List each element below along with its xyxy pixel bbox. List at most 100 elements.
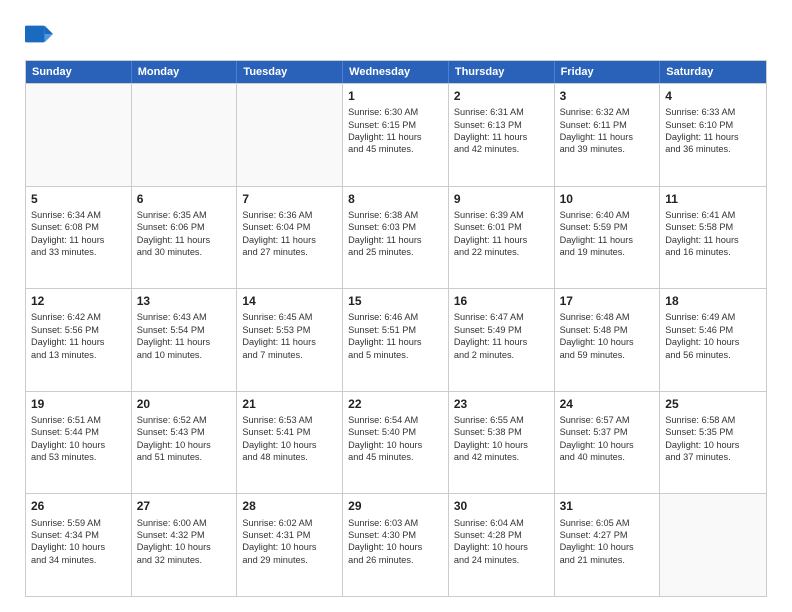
day-number: 18 <box>665 293 761 309</box>
calendar-header: SundayMondayTuesdayWednesdayThursdayFrid… <box>26 61 766 83</box>
day-info: Sunrise: 6:57 AM Sunset: 5:37 PM Dayligh… <box>560 414 655 464</box>
day-number: 4 <box>665 88 761 104</box>
calendar-day-cell[interactable]: 24 Sunrise: 6:57 AM Sunset: 5:37 PM Dayli… <box>555 392 661 494</box>
weekday-header: Friday <box>555 61 661 83</box>
day-number: 6 <box>137 191 232 207</box>
calendar-week-row: 26Sunrise: 5:59 AM Sunset: 4:34 PM Dayli… <box>26 493 766 596</box>
day-info: Sunrise: 6:41 AM Sunset: 5:58 PM Dayligh… <box>665 209 761 259</box>
day-info: Sunrise: 6:31 AM Sunset: 6:13 PM Dayligh… <box>454 106 549 156</box>
calendar-day-cell[interactable]: 18 Sunrise: 6:49 AM Sunset: 5:46 PM Dayli… <box>660 289 766 391</box>
calendar-day-cell[interactable]: 11 Sunrise: 6:41 AM Sunset: 5:58 PM Dayli… <box>660 187 766 289</box>
calendar-page: SundayMondayTuesdayWednesdayThursdayFrid… <box>0 0 792 612</box>
calendar-empty-cell <box>26 84 132 186</box>
calendar-day-cell[interactable]: 20Sunrise: 6:52 AM Sunset: 5:43 PM Dayli… <box>132 392 238 494</box>
calendar-day-cell[interactable]: 12 Sunrise: 6:42 AM Sunset: 5:56 PM Dayli… <box>26 289 132 391</box>
weekday-header: Wednesday <box>343 61 449 83</box>
calendar-day-cell[interactable]: 26Sunrise: 5:59 AM Sunset: 4:34 PM Dayli… <box>26 494 132 596</box>
day-info: Sunrise: 6:02 AM Sunset: 4:31 PM Dayligh… <box>242 517 337 567</box>
calendar-day-cell[interactable]: 7Sunrise: 6:36 AM Sunset: 6:04 PM Daylig… <box>237 187 343 289</box>
calendar-day-cell[interactable]: 10 Sunrise: 6:40 AM Sunset: 5:59 PM Dayli… <box>555 187 661 289</box>
day-number: 10 <box>560 191 655 207</box>
calendar-day-cell[interactable]: 1 Sunrise: 6:30 AM Sunset: 6:15 PM Daylig… <box>343 84 449 186</box>
day-number: 24 <box>560 396 655 412</box>
day-number: 25 <box>665 396 761 412</box>
weekday-header: Saturday <box>660 61 766 83</box>
day-info: Sunrise: 6:48 AM Sunset: 5:48 PM Dayligh… <box>560 311 655 361</box>
day-info: Sunrise: 6:34 AM Sunset: 6:08 PM Dayligh… <box>31 209 126 259</box>
day-info: Sunrise: 6:45 AM Sunset: 5:53 PM Dayligh… <box>242 311 337 361</box>
calendar-day-cell[interactable]: 14 Sunrise: 6:45 AM Sunset: 5:53 PM Dayli… <box>237 289 343 391</box>
calendar-day-cell[interactable]: 15 Sunrise: 6:46 AM Sunset: 5:51 PM Dayli… <box>343 289 449 391</box>
day-number: 16 <box>454 293 549 309</box>
calendar-day-cell[interactable]: 22 Sunrise: 6:54 AM Sunset: 5:40 PM Dayli… <box>343 392 449 494</box>
calendar-day-cell[interactable]: 27 Sunrise: 6:00 AM Sunset: 4:32 PM Dayli… <box>132 494 238 596</box>
day-info: Sunrise: 6:55 AM Sunset: 5:38 PM Dayligh… <box>454 414 549 464</box>
calendar-day-cell[interactable]: 8 Sunrise: 6:38 AM Sunset: 6:03 PM Daylig… <box>343 187 449 289</box>
day-number: 5 <box>31 191 126 207</box>
day-number: 15 <box>348 293 443 309</box>
day-number: 26 <box>31 498 126 514</box>
day-info: Sunrise: 6:49 AM Sunset: 5:46 PM Dayligh… <box>665 311 761 361</box>
day-number: 22 <box>348 396 443 412</box>
day-number: 3 <box>560 88 655 104</box>
calendar-day-cell[interactable]: 9 Sunrise: 6:39 AM Sunset: 6:01 PM Daylig… <box>449 187 555 289</box>
day-info: Sunrise: 6:38 AM Sunset: 6:03 PM Dayligh… <box>348 209 443 259</box>
calendar-day-cell[interactable]: 2 Sunrise: 6:31 AM Sunset: 6:13 PM Daylig… <box>449 84 555 186</box>
weekday-header: Tuesday <box>237 61 343 83</box>
calendar-day-cell[interactable]: 28Sunrise: 6:02 AM Sunset: 4:31 PM Dayli… <box>237 494 343 596</box>
day-number: 21 <box>242 396 337 412</box>
calendar-day-cell[interactable]: 19 Sunrise: 6:51 AM Sunset: 5:44 PM Dayli… <box>26 392 132 494</box>
day-info: Sunrise: 6:47 AM Sunset: 5:49 PM Dayligh… <box>454 311 549 361</box>
day-number: 9 <box>454 191 549 207</box>
calendar-day-cell[interactable]: 5 Sunrise: 6:34 AM Sunset: 6:08 PM Daylig… <box>26 187 132 289</box>
day-info: Sunrise: 6:46 AM Sunset: 5:51 PM Dayligh… <box>348 311 443 361</box>
weekday-header: Thursday <box>449 61 555 83</box>
day-number: 19 <box>31 396 126 412</box>
calendar-day-cell[interactable]: 25Sunrise: 6:58 AM Sunset: 5:35 PM Dayli… <box>660 392 766 494</box>
day-info: Sunrise: 6:43 AM Sunset: 5:54 PM Dayligh… <box>137 311 232 361</box>
day-number: 27 <box>137 498 232 514</box>
day-info: Sunrise: 6:40 AM Sunset: 5:59 PM Dayligh… <box>560 209 655 259</box>
calendar-day-cell[interactable]: 3 Sunrise: 6:32 AM Sunset: 6:11 PM Daylig… <box>555 84 661 186</box>
day-number: 12 <box>31 293 126 309</box>
day-info: Sunrise: 6:32 AM Sunset: 6:11 PM Dayligh… <box>560 106 655 156</box>
day-number: 8 <box>348 191 443 207</box>
day-info: Sunrise: 6:53 AM Sunset: 5:41 PM Dayligh… <box>242 414 337 464</box>
logo <box>25 20 57 48</box>
day-number: 2 <box>454 88 549 104</box>
calendar-day-cell[interactable]: 6Sunrise: 6:35 AM Sunset: 6:06 PM Daylig… <box>132 187 238 289</box>
calendar-day-cell[interactable]: 16 Sunrise: 6:47 AM Sunset: 5:49 PM Dayli… <box>449 289 555 391</box>
day-number: 1 <box>348 88 443 104</box>
calendar-week-row: 12 Sunrise: 6:42 AM Sunset: 5:56 PM Dayli… <box>26 288 766 391</box>
calendar-day-cell[interactable]: 30Sunrise: 6:04 AM Sunset: 4:28 PM Dayli… <box>449 494 555 596</box>
day-number: 31 <box>560 498 655 514</box>
day-info: Sunrise: 6:51 AM Sunset: 5:44 PM Dayligh… <box>31 414 126 464</box>
day-number: 7 <box>242 191 337 207</box>
calendar-empty-cell <box>132 84 238 186</box>
day-number: 14 <box>242 293 337 309</box>
day-info: Sunrise: 6:00 AM Sunset: 4:32 PM Dayligh… <box>137 517 232 567</box>
day-info: Sunrise: 6:30 AM Sunset: 6:15 PM Dayligh… <box>348 106 443 156</box>
day-number: 11 <box>665 191 761 207</box>
calendar-week-row: 1 Sunrise: 6:30 AM Sunset: 6:15 PM Daylig… <box>26 83 766 186</box>
calendar-day-cell[interactable]: 31Sunrise: 6:05 AM Sunset: 4:27 PM Dayli… <box>555 494 661 596</box>
calendar-day-cell[interactable]: 29Sunrise: 6:03 AM Sunset: 4:30 PM Dayli… <box>343 494 449 596</box>
calendar-day-cell[interactable]: 23 Sunrise: 6:55 AM Sunset: 5:38 PM Dayli… <box>449 392 555 494</box>
day-info: Sunrise: 6:39 AM Sunset: 6:01 PM Dayligh… <box>454 209 549 259</box>
day-info: Sunrise: 6:33 AM Sunset: 6:10 PM Dayligh… <box>665 106 761 156</box>
day-number: 17 <box>560 293 655 309</box>
day-info: Sunrise: 6:42 AM Sunset: 5:56 PM Dayligh… <box>31 311 126 361</box>
day-number: 23 <box>454 396 549 412</box>
calendar-week-row: 5 Sunrise: 6:34 AM Sunset: 6:08 PM Daylig… <box>26 186 766 289</box>
day-number: 20 <box>137 396 232 412</box>
logo-icon <box>25 20 53 48</box>
calendar-day-cell[interactable]: 13Sunrise: 6:43 AM Sunset: 5:54 PM Dayli… <box>132 289 238 391</box>
calendar-empty-cell <box>660 494 766 596</box>
calendar-day-cell[interactable]: 17 Sunrise: 6:48 AM Sunset: 5:48 PM Dayli… <box>555 289 661 391</box>
weekday-header: Sunday <box>26 61 132 83</box>
calendar-day-cell[interactable]: 21 Sunrise: 6:53 AM Sunset: 5:41 PM Dayli… <box>237 392 343 494</box>
calendar-day-cell[interactable]: 4 Sunrise: 6:33 AM Sunset: 6:10 PM Daylig… <box>660 84 766 186</box>
day-info: Sunrise: 6:54 AM Sunset: 5:40 PM Dayligh… <box>348 414 443 464</box>
page-header <box>25 20 767 48</box>
day-info: Sunrise: 6:03 AM Sunset: 4:30 PM Dayligh… <box>348 517 443 567</box>
